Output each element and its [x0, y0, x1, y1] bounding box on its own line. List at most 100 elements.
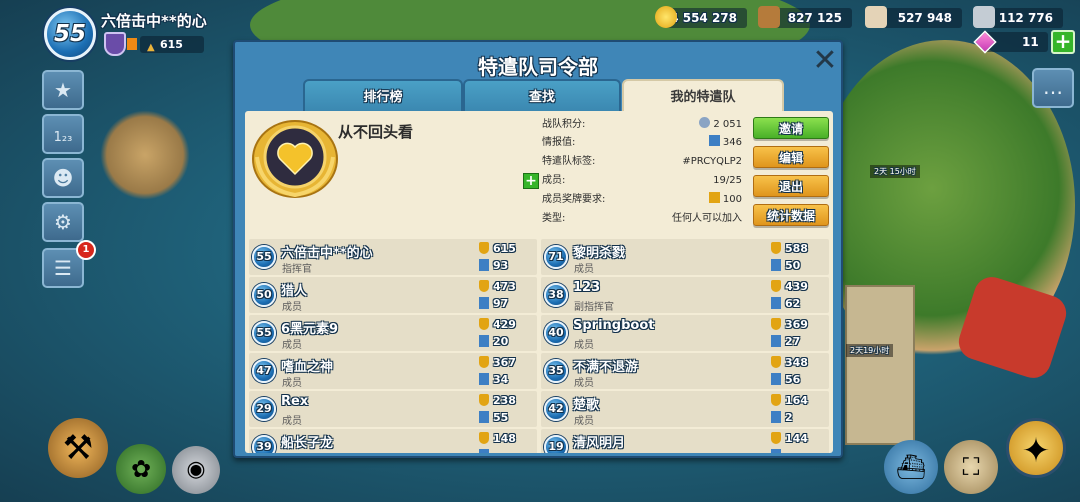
member-stats: 238 55	[479, 392, 529, 426]
stone-counter[interactable]: 527 948	[865, 6, 962, 28]
iron-counter[interactable]: 112 776	[973, 6, 1063, 28]
iron-icon	[973, 6, 995, 28]
compass-button[interactable]: ✦	[1006, 418, 1066, 478]
wood-counter[interactable]: 827 125	[758, 6, 852, 28]
member-row[interactable]: 29 Rex 成员 238 55	[249, 391, 537, 427]
member-role: 成员	[282, 340, 302, 351]
member-name: Rex	[281, 394, 309, 409]
compass-icon: ✦	[1021, 431, 1051, 471]
member-name: 不满不退游	[573, 360, 639, 375]
member-stats: 615 93	[479, 240, 529, 274]
add-member-button[interactable]: +	[523, 173, 539, 189]
stone-value: 527 948	[897, 11, 952, 25]
medal-req-value: 100	[722, 194, 742, 205]
member-medals-value: 348	[785, 356, 808, 369]
member-intel: 62	[771, 295, 821, 312]
member-stats: 367 34	[479, 354, 529, 388]
intel-icon	[479, 335, 489, 347]
member-row[interactable]: 39 船长子龙 148	[249, 429, 537, 453]
member-stats: 348 56	[771, 354, 821, 388]
close-icon[interactable]: ✕	[810, 46, 840, 76]
stone-icon	[865, 6, 887, 28]
member-intel: 56	[771, 371, 821, 388]
member-medals: 439	[771, 278, 821, 295]
tab-leaderboard[interactable]: 排行榜	[303, 79, 463, 111]
build-button[interactable]: ⚒	[48, 418, 108, 478]
favorites-button[interactable]: ★	[42, 70, 84, 110]
map-icon: ⛶	[962, 453, 980, 481]
medal-icon	[771, 356, 781, 368]
player-level-badge[interactable]: 55	[44, 8, 96, 60]
leave-button[interactable]: 退出	[753, 175, 829, 197]
ship-button[interactable]: ⛴	[884, 440, 938, 494]
gems-counter[interactable]: 11	[973, 30, 1048, 54]
leaderboard-button[interactable]: 1₂₃	[42, 114, 84, 154]
member-stats: 144	[771, 430, 821, 453]
medal-icon: ▲	[147, 42, 155, 53]
member-row[interactable]: 55 6黑元素9 成员 429 20	[249, 315, 537, 351]
medal-icon	[771, 432, 781, 444]
edit-button[interactable]: 编辑	[753, 146, 829, 168]
member-intel-value: 56	[785, 373, 801, 386]
member-intel-value: 50	[785, 259, 801, 272]
gold-counter[interactable]: 4 554 278	[655, 6, 747, 28]
star-icon: ★	[54, 78, 72, 102]
camera-button[interactable]: ◉	[172, 446, 220, 494]
panel-title: 特遣队司令部	[478, 55, 598, 79]
members-label: 成员:	[542, 175, 566, 186]
member-role: 成员	[282, 378, 302, 389]
member-row[interactable]: 47 嗜血之神成员 367 34	[249, 353, 537, 389]
member-stats: 369 27	[771, 316, 821, 350]
member-medals: 348	[771, 354, 821, 371]
member-row[interactable]: 50 猎人 成员 473 97	[249, 277, 537, 313]
member-stats: 164 2	[771, 392, 821, 426]
member-level-badge: 47	[252, 359, 276, 383]
member-row[interactable]: 40 Springboot 成员 369 27	[541, 315, 829, 351]
invite-button[interactable]: 邀请	[753, 117, 829, 139]
member-stats: 439 62	[771, 278, 821, 312]
info-row-members: 成员: 19/25	[542, 172, 742, 190]
member-name: 嗜血之神	[281, 360, 334, 375]
stats-button[interactable]: 统计数据	[753, 204, 829, 226]
member-medals-value: 439	[785, 280, 808, 293]
map-label-b: 2天19小时	[846, 344, 894, 357]
orange-badge-icon	[127, 38, 137, 50]
member-row[interactable]: 55 六倍击中**的心 指挥官 615 93	[249, 239, 537, 275]
member-level-badge: 71	[544, 245, 568, 269]
member-medals-value: 144	[785, 432, 808, 445]
member-stats: 473 97	[479, 278, 529, 312]
treasure-button[interactable]: ✿	[116, 444, 166, 494]
camera-icon: ◉	[186, 457, 206, 482]
tab-my-taskforce[interactable]: 我的特遣队	[622, 79, 784, 113]
intel-icon	[771, 297, 781, 309]
member-row[interactable]: 42 楚歌 成员 164 2	[541, 391, 829, 427]
add-gems-button[interactable]: +	[1051, 30, 1075, 54]
medal-icon	[479, 280, 489, 292]
intel-icon	[771, 411, 781, 423]
member-intel-value: 27	[785, 335, 801, 348]
map-button[interactable]: ⛶	[944, 440, 998, 494]
member-role: 成员	[574, 378, 594, 389]
member-medals: 367	[479, 354, 529, 371]
member-row[interactable]: 38 123 副指挥官 439 62	[541, 277, 829, 313]
medal-icon	[479, 432, 489, 444]
member-row[interactable]: 71 黎明杀戮 成员 588 50	[541, 239, 829, 275]
member-medals: 473	[479, 278, 529, 295]
settings-button[interactable]: ⚙	[42, 202, 84, 242]
medal-icon	[708, 192, 720, 203]
tab-search[interactable]: 查找	[463, 79, 621, 111]
chat-button[interactable]: …	[1032, 68, 1074, 108]
medal-icon	[479, 356, 489, 368]
member-medals: 429	[479, 316, 529, 333]
taskforce-button[interactable]: ☻	[42, 158, 84, 198]
medal-icon	[479, 394, 489, 406]
member-row[interactable]: 35 不满不退游 成员 348 56	[541, 353, 829, 389]
member-role: 成员	[282, 302, 302, 313]
member-name: 猎人	[281, 284, 308, 299]
member-medals: 164	[771, 392, 821, 409]
player-trophy-value: 615	[160, 38, 183, 51]
gear-icon: ⚙	[54, 210, 72, 234]
member-level-badge: 55	[252, 245, 276, 269]
member-level-badge: 39	[252, 435, 276, 453]
member-row[interactable]: 19 清风明月 144	[541, 429, 829, 453]
